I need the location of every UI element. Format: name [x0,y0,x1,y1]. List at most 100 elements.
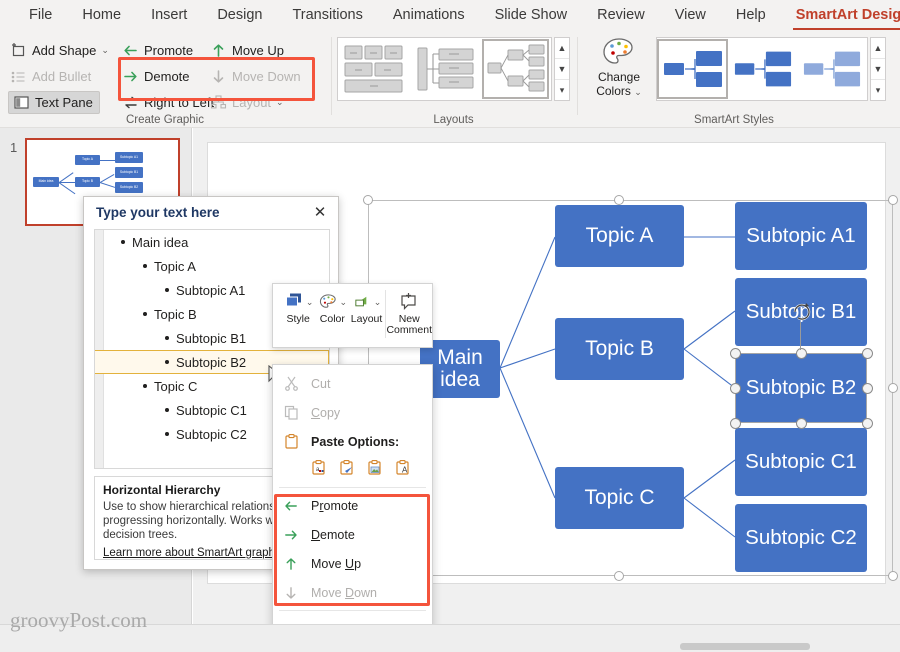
mini-new-comment-label-l2: Comment [386,324,432,336]
layouts-scroll-buttons[interactable]: ▲ ▼ ▾ [554,37,570,101]
add-bullet-label: Add Bullet [32,69,92,84]
mini-new-comment-button[interactable]: New Comment [386,290,432,336]
bullet-icon [165,360,169,364]
demote-button[interactable]: Demote [122,65,190,88]
chevron-down-icon[interactable]: ⌄ [276,97,284,108]
resize-handle-t[interactable] [614,195,624,205]
tab-smartart-design[interactable]: SmartArt Design [781,0,900,31]
diagram-node-topic-b[interactable]: Topic B [555,318,684,380]
layouts-more-icon[interactable]: ▾ [555,80,569,100]
context-menu-label: Cut [311,376,331,391]
text-pane-icon [13,94,30,111]
node-handle-t[interactable] [796,348,807,359]
move-down-label: Move Down [232,69,301,84]
mini-color-button[interactable]: ⌄ Color [315,290,349,325]
context-menu-separator [279,610,426,611]
tab-file[interactable]: File [14,0,67,31]
styles-scroll-down-icon[interactable]: ▼ [871,59,885,80]
context-menu-item-paste-options: Paste Options: [273,427,432,456]
layout-option-3-selected[interactable] [482,39,549,99]
context-menu-label: Paste Options: [311,434,400,449]
ribbon: Add Shape ⌄ Add Bullet Text Pane Promote… [0,31,900,128]
resize-handle-tr[interactable] [888,195,898,205]
promote-button[interactable]: Promote [122,39,193,62]
context-menu-label: Move Up [311,556,362,571]
mini-layout-button[interactable]: ⌄ Layout [349,290,383,325]
context-menu-item-move-down: Move Down [273,578,432,607]
styles-more-icon[interactable]: ▾ [871,80,885,100]
text-pane-title: Type your text here [96,204,220,220]
change-colors-button[interactable]: Change Colors ⌄ [588,37,650,99]
slide-number: 1 [10,140,18,155]
node-handle-tl[interactable] [730,348,741,359]
context-menu-item-demote[interactable]: Demote [273,520,432,549]
layout-option-1[interactable] [338,38,410,100]
right-to-left-label: Right to Left [144,95,215,110]
tab-review[interactable]: Review [582,0,660,31]
styles-scroll-buttons[interactable]: ▲ ▼ ▾ [870,37,886,101]
node-handle-l[interactable] [730,383,741,394]
layouts-scroll-down-icon[interactable]: ▼ [555,59,569,80]
create-graphic-group-label: Create Graphic [126,114,204,126]
node-handle-b[interactable] [796,418,807,429]
mini-style-button[interactable]: ⌄ Style [281,290,315,325]
node-handle-tr[interactable] [862,348,873,359]
layouts-gallery[interactable] [337,37,552,101]
node-handle-bl[interactable] [730,418,741,429]
smartart-styles-gallery[interactable] [656,37,868,101]
resize-handle-r[interactable] [888,383,898,393]
move-up-button[interactable]: Move Up [210,39,284,62]
context-menu-label: Copy [311,405,341,420]
node-handle-br[interactable] [862,418,873,429]
style-option-1-selected[interactable] [657,39,729,99]
tab-insert[interactable]: Insert [136,0,202,31]
horizontal-scrollbar[interactable] [680,643,810,650]
thumb-node-topicB: Topic B [75,177,100,187]
tab-view[interactable]: View [660,0,721,31]
add-shape-button[interactable]: Add Shape ⌄ [10,39,109,62]
chevron-down-icon[interactable]: ⌄ [340,297,348,308]
paste-text-only-icon[interactable]: A [395,459,411,481]
styles-scroll-up-icon[interactable]: ▲ [871,38,885,59]
chevron-down-icon[interactable]: ⌄ [101,45,109,56]
change-colors-label-line2: Colors ⌄ [596,84,642,98]
outline-item-topic-a[interactable]: Topic A [95,254,329,278]
layouts-scroll-up-icon[interactable]: ▲ [555,38,569,59]
diagram-node-topic-c[interactable]: Topic C [555,467,684,529]
paste-keep-text-icon[interactable]: a [311,459,327,481]
text-pane-button[interactable]: Text Pane [8,91,100,114]
chevron-down-icon[interactable]: ⌄ [306,297,314,308]
arrow-down-icon [282,585,300,601]
layout-option-2[interactable] [410,38,482,100]
style-option-2[interactable] [728,38,797,100]
tab-animations[interactable]: Animations [378,0,480,31]
tab-design[interactable]: Design [202,0,277,31]
node-handle-r[interactable] [862,383,873,394]
style-option-3[interactable] [798,38,867,100]
resize-handle-b[interactable] [614,571,624,581]
paste-keep-formatting-icon[interactable] [339,459,355,481]
outline-item-main-idea[interactable]: Main idea [95,230,329,254]
diagram-node-topic-a[interactable]: Topic A [555,205,684,267]
close-icon[interactable]: ✕ [310,203,330,221]
tab-transitions[interactable]: Transitions [277,0,377,31]
resize-handle-br[interactable] [888,571,898,581]
diagram-node-subtopic-c1[interactable]: Subtopic C1 [735,428,867,496]
learn-more-link[interactable]: Learn more about SmartArt graphics [103,547,289,559]
diagram-node-subtopic-c2[interactable]: Subtopic C2 [735,504,867,572]
context-menu-item-move-up[interactable]: Move Up [273,549,432,578]
context-menu-item-promote[interactable]: Promote [273,491,432,520]
tab-slide-show[interactable]: Slide Show [480,0,583,31]
watermark: groovyPost.com [10,608,148,632]
arrow-up-icon [210,42,227,59]
diagram-node-subtopic-a1[interactable]: Subtopic A1 [735,202,867,270]
chevron-down-icon[interactable]: ⌄ [374,297,382,308]
move-down-button: Move Down [210,65,301,88]
paste-picture-icon[interactable] [367,459,383,481]
tab-home[interactable]: Home [67,0,136,31]
copy-icon [282,405,300,420]
tab-help[interactable]: Help [721,0,781,31]
powerpoint-window: File Home Insert Design Transitions Anim… [0,0,900,652]
resize-handle-tl[interactable] [363,195,373,205]
right-to-left-button[interactable]: Right to Left [122,91,214,114]
